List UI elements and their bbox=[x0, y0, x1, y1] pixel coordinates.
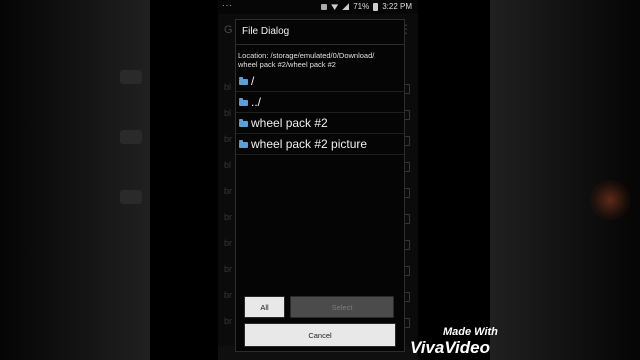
blurred-background-right bbox=[490, 0, 640, 360]
cancel-button[interactable]: Cancel bbox=[244, 323, 396, 347]
list-item-parent[interactable]: ../ bbox=[236, 92, 404, 113]
list-item-folder[interactable]: wheel pack #2 picture bbox=[236, 134, 404, 155]
list-item-label: wheel pack #2 bbox=[251, 116, 328, 130]
blurred-orb bbox=[590, 180, 630, 220]
battery-percent: 71% bbox=[353, 2, 370, 11]
status-bar: ··· 71% 3:22 PM bbox=[218, 0, 418, 14]
location-path: Location: /storage/emulated/0/Download/ … bbox=[238, 51, 375, 69]
watermark-made-with: Made With bbox=[443, 326, 498, 338]
folder-icon bbox=[239, 119, 248, 127]
file-list: / ../ wheel pack #2 wheel pack #2 pictur… bbox=[236, 71, 404, 155]
dialog-divider bbox=[236, 44, 404, 45]
all-button[interactable]: All bbox=[244, 296, 285, 318]
dialog-title: File Dialog bbox=[242, 26, 290, 37]
watermark-vivavideo: VivaVideo bbox=[410, 338, 490, 357]
folder-icon bbox=[239, 77, 248, 85]
notification-icon bbox=[321, 3, 328, 10]
list-item-label: ../ bbox=[251, 95, 262, 109]
file-dialog: File Dialog Location: /storage/emulated/… bbox=[235, 19, 405, 352]
status-time: 3:22 PM bbox=[382, 2, 412, 11]
blurred-shape bbox=[120, 190, 142, 204]
battery-icon bbox=[373, 2, 379, 11]
status-menu-dots: ··· bbox=[222, 1, 233, 10]
folder-icon bbox=[239, 98, 248, 106]
list-item-folder[interactable]: wheel pack #2 bbox=[236, 113, 404, 134]
phone-screen: G ⋮ bl bl br bl br br br br br br ··· 71… bbox=[218, 0, 418, 360]
blurred-background-left bbox=[0, 0, 150, 360]
list-item-label: / bbox=[251, 74, 255, 88]
select-button[interactable]: Select bbox=[290, 296, 394, 318]
wifi-icon bbox=[331, 4, 339, 10]
list-item-root[interactable]: / bbox=[236, 71, 404, 92]
list-item-label: wheel pack #2 picture bbox=[251, 137, 368, 151]
blurred-shape bbox=[120, 130, 142, 144]
signal-icon bbox=[342, 3, 350, 10]
dialog-button-row: All Select bbox=[244, 296, 394, 318]
folder-icon bbox=[239, 140, 248, 148]
blurred-shape bbox=[120, 70, 142, 84]
